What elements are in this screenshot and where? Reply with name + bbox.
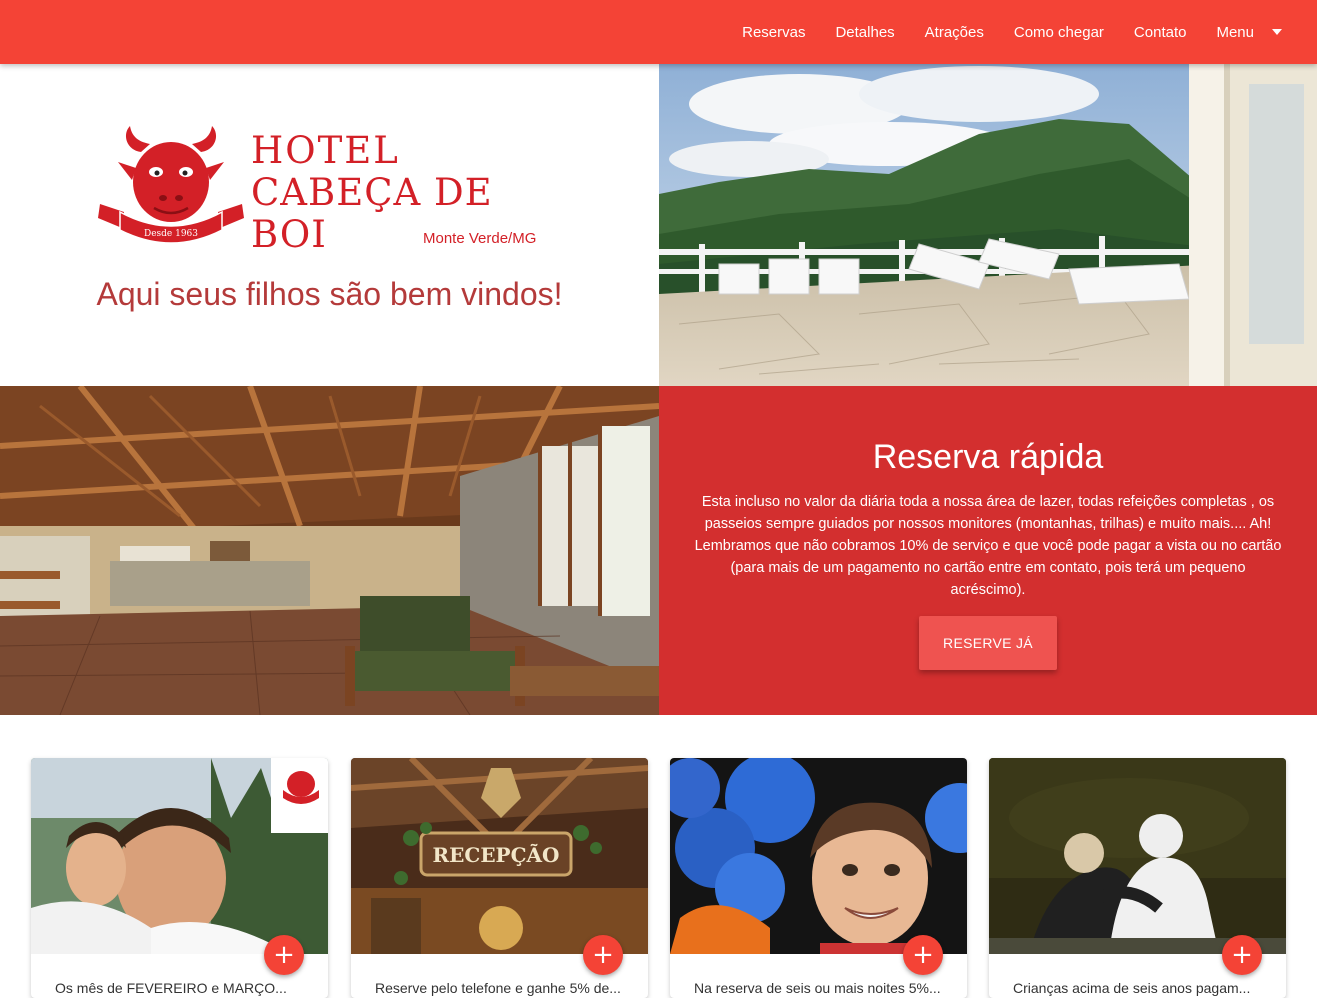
card-text: Crianças acima de seis anos pagam... (1013, 980, 1251, 996)
nav-reservas-link[interactable]: Reservas (727, 24, 820, 41)
couple-lake-photo (989, 758, 1286, 954)
terrace-photo (659, 64, 1317, 386)
recepcao-sign-photo: RECEPÇÃO (351, 758, 648, 954)
hero-tagline: Aqui seus filhos são bem vindos! (96, 276, 563, 312)
quick-reserve-panel: Reserva rápida Esta incluso no valor da … (659, 386, 1317, 715)
caret-down-icon (1272, 29, 1282, 35)
reserve-now-button[interactable]: RESERVE JÁ (919, 616, 1057, 670)
add-icon[interactable]: + (264, 935, 304, 975)
nav-menu-dropdown[interactable]: Menu (1201, 24, 1297, 41)
card-text: Reserve pelo telefone e ganhe 5% de... (375, 980, 621, 996)
reserve-title: Reserva rápida (872, 438, 1104, 476)
add-icon[interactable]: + (1222, 935, 1262, 975)
add-icon[interactable]: + (583, 935, 623, 975)
nav-menu: Reservas Detalhes Atrações Como chegar C… (727, 0, 1297, 64)
bull-head-icon: Desde 1963 (98, 126, 244, 244)
lobby-photo (0, 386, 659, 715)
logo-ribbon-text: Desde 1963 (144, 229, 198, 239)
svg-text:RECEPÇÃO: RECEPÇÃO (433, 843, 560, 867)
logo-section: Desde 1963 HOTEL CABEÇA DE BOI Monte Ver… (0, 64, 659, 386)
nav-atracoes-link[interactable]: Atrações (910, 24, 999, 41)
card-text: Na reserva de seis ou mais noites 5%... (694, 980, 941, 996)
nav-contato-link[interactable]: Contato (1119, 24, 1202, 41)
father-son-photo (31, 758, 328, 954)
nav-como-chegar-link[interactable]: Como chegar (999, 24, 1119, 41)
nav-menu-label: Menu (1216, 23, 1254, 41)
hotel-logo[interactable]: Desde 1963 HOTEL CABEÇA DE BOI Monte Ver… (96, 120, 566, 256)
nav-detalhes-link[interactable]: Detalhes (820, 24, 909, 41)
logo-location: Monte Verde/MG (423, 230, 537, 247)
card-text: Os mês de FEVEREIRO e MARÇO... (55, 980, 287, 996)
top-navbar: Reservas Detalhes Atrações Como chegar C… (0, 0, 1317, 64)
add-icon[interactable]: + (903, 935, 943, 975)
logo-line-hotel: HOTEL (251, 129, 400, 172)
reserve-description: Esta incluso no valor da diária toda a n… (694, 494, 1282, 598)
boy-balloons-photo (670, 758, 967, 954)
